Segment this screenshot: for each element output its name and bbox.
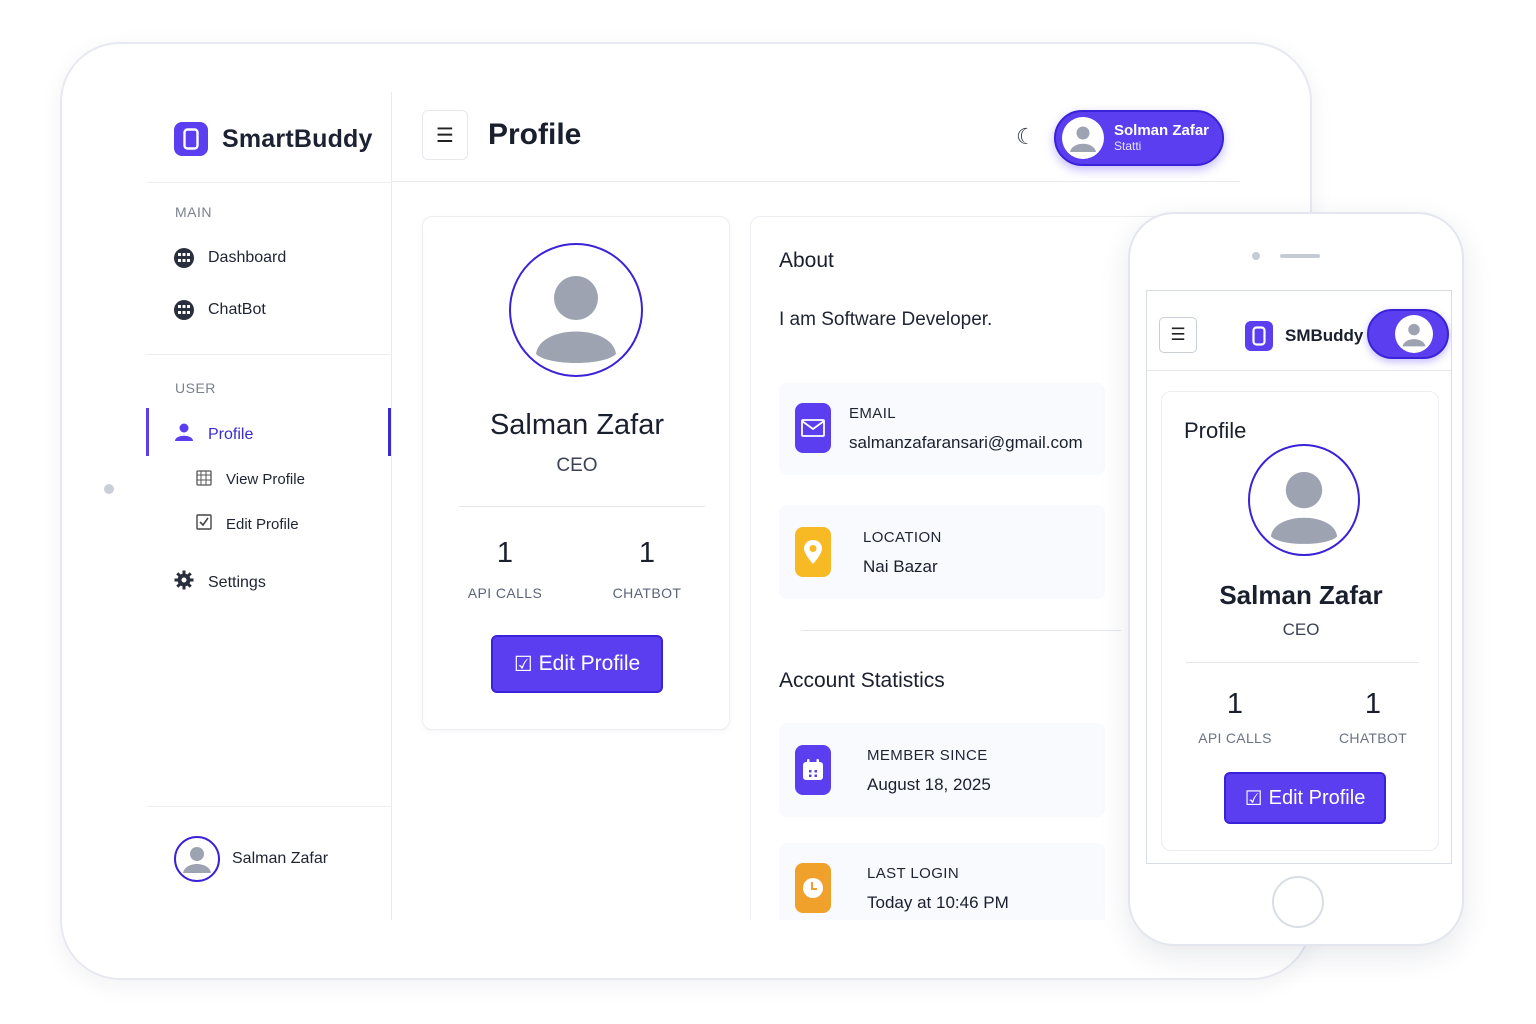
calendar-icon bbox=[795, 745, 831, 795]
sidebar-item-label: Settings bbox=[208, 573, 266, 591]
mobile-card-title: Profile bbox=[1184, 418, 1247, 443]
brand[interactable]: SmartBuddy bbox=[174, 122, 373, 156]
sidebar-item-chatbot[interactable]: ChatBot bbox=[174, 300, 266, 320]
mobile-screen: ☰ SMBuddy Profile Salman Zafar CEO 1 API… bbox=[1146, 290, 1452, 864]
chatbot-icon bbox=[174, 300, 194, 320]
location-value: Nai Bazar bbox=[863, 557, 938, 576]
stat-chatbot-label: CHATBOT bbox=[612, 585, 682, 601]
calendar-grid-icon bbox=[196, 469, 212, 490]
edit-profile-label: Edit Profile bbox=[538, 652, 641, 675]
last-login-box: LAST LOGIN Today at 10:46 PM bbox=[779, 843, 1105, 920]
tablet-camera bbox=[104, 484, 114, 494]
email-value[interactable]: salmanzafaransari@gmail.com bbox=[849, 433, 1083, 453]
mobile-brand-name: SMBuddy bbox=[1285, 326, 1364, 345]
section-title-user: USER bbox=[175, 380, 216, 396]
phone-logo-icon bbox=[174, 122, 208, 156]
about-title: About bbox=[779, 249, 834, 272]
member-since-label: MEMBER SINCE bbox=[867, 747, 988, 764]
avatar bbox=[1062, 117, 1104, 159]
sidebar-subitem-edit-profile[interactable]: Edit Profile bbox=[196, 514, 299, 534]
mobile-menu-button[interactable]: ☰ bbox=[1159, 317, 1197, 353]
sidebar-divider bbox=[146, 182, 392, 183]
sidebar-item-label: View Profile bbox=[226, 471, 305, 488]
mobile-profile-role: CEO bbox=[1282, 620, 1320, 639]
edit-icon: ☑ bbox=[513, 652, 533, 676]
edit-icon: ☑ bbox=[1244, 787, 1263, 810]
account-stats-title: Account Statistics bbox=[779, 669, 945, 692]
edit-profile-button[interactable]: ☑ Edit Profile bbox=[491, 635, 663, 693]
menu-button[interactable]: ☰ bbox=[422, 110, 468, 160]
last-login-label: LAST LOGIN bbox=[867, 865, 960, 882]
user-menu-button[interactable]: Solman Zafar Statti bbox=[1054, 110, 1224, 166]
email-label: EMAIL bbox=[849, 405, 897, 422]
user-status: Statti bbox=[1114, 139, 1142, 153]
phone-camera bbox=[1252, 252, 1260, 260]
last-login-value: Today at 10:46 PM bbox=[867, 893, 1009, 912]
mail-icon bbox=[795, 403, 831, 453]
sidebar-divider bbox=[146, 354, 392, 355]
sidebar-item-dashboard[interactable]: Dashboard bbox=[174, 248, 286, 268]
clock-icon bbox=[795, 863, 831, 913]
profile-avatar bbox=[509, 243, 643, 377]
brand-name: SmartBuddy bbox=[222, 124, 373, 153]
location-pin-icon bbox=[795, 527, 831, 577]
mobile-edit-profile-button[interactable]: ☑ Edit Profile bbox=[1224, 772, 1386, 824]
mobile-topbar: ☰ SMBuddy bbox=[1147, 291, 1451, 371]
user-icon bbox=[174, 422, 194, 447]
sidebar: SmartBuddy MAIN Dashboard ChatBot USER P… bbox=[146, 92, 392, 920]
mobile-brand[interactable]: SMBuddy bbox=[1245, 321, 1363, 351]
mobile-stat-chatbot-value: 1 bbox=[1364, 688, 1382, 720]
mobile-stat-api-calls-value: 1 bbox=[1226, 688, 1244, 720]
desktop-screen: SmartBuddy MAIN Dashboard ChatBot USER P… bbox=[146, 92, 1240, 920]
phone-logo-icon bbox=[1245, 321, 1273, 351]
profile-name: Salman Zafar bbox=[489, 409, 665, 441]
stat-chatbot-value: 1 bbox=[638, 537, 656, 569]
sidebar-item-profile[interactable]: Profile bbox=[174, 422, 253, 447]
profile-card: Salman Zafar CEO 1 API CALLS 1 CHATBOT ☑… bbox=[422, 216, 730, 730]
gear-icon bbox=[174, 570, 194, 595]
sidebar-user[interactable]: Salman Zafar bbox=[174, 836, 328, 882]
user-name: Solman Zafar bbox=[1114, 122, 1210, 139]
mobile-stat-chatbot-label: CHATBOT bbox=[1339, 730, 1407, 746]
home-button[interactable] bbox=[1272, 876, 1324, 928]
divider bbox=[459, 506, 705, 507]
sidebar-user-name: Salman Zafar bbox=[232, 850, 329, 867]
member-since-box: MEMBER SINCE August 18, 2025 bbox=[779, 723, 1105, 817]
sidebar-divider bbox=[146, 806, 392, 807]
sidebar-item-label: ChatBot bbox=[208, 301, 266, 318]
mobile-profile-avatar bbox=[1248, 444, 1360, 556]
about-text: I am Software Developer. bbox=[779, 309, 993, 330]
stat-api-calls-label: API CALLS bbox=[467, 585, 543, 601]
mobile-profile-card: Profile Salman Zafar CEO 1 API CALLS 1 C… bbox=[1161, 391, 1439, 851]
checkbox-icon bbox=[196, 514, 212, 534]
sidebar-item-label: Dashboard bbox=[208, 249, 287, 266]
divider bbox=[801, 630, 1121, 631]
phone-speaker bbox=[1280, 254, 1320, 258]
avatar bbox=[174, 836, 220, 882]
profile-role: CEO bbox=[556, 455, 598, 476]
mobile-stat-api-calls-label: API CALLS bbox=[1198, 730, 1272, 746]
stat-api-calls-value: 1 bbox=[496, 537, 514, 569]
topbar: ☰ Profile ☾ Solman Zafar Statti bbox=[392, 92, 1240, 182]
avatar bbox=[1395, 315, 1433, 353]
mobile-profile-name: Salman Zafar bbox=[1219, 580, 1383, 610]
location-label: LOCATION bbox=[863, 529, 942, 546]
dashboard-icon bbox=[174, 248, 194, 268]
member-since-value: August 18, 2025 bbox=[867, 775, 991, 794]
sidebar-item-settings[interactable]: Settings bbox=[174, 570, 266, 595]
section-title-main: MAIN bbox=[175, 204, 212, 220]
location-box: LOCATION Nai Bazar bbox=[779, 505, 1105, 599]
sidebar-subitem-view-profile[interactable]: View Profile bbox=[196, 469, 305, 490]
edit-profile-label: Edit Profile bbox=[1268, 786, 1366, 809]
page-title: Profile bbox=[488, 118, 582, 151]
active-indicator-right bbox=[388, 408, 391, 456]
mobile-user-menu-button[interactable] bbox=[1367, 309, 1449, 359]
phone-frame: ☰ SMBuddy Profile Salman Zafar CEO 1 API… bbox=[1128, 212, 1464, 946]
sidebar-item-label: Edit Profile bbox=[226, 515, 299, 533]
active-indicator bbox=[146, 408, 149, 456]
moon-icon[interactable]: ☾ bbox=[1016, 124, 1036, 150]
divider bbox=[1186, 662, 1418, 663]
email-box: EMAIL salmanzafaransari@gmail.com bbox=[779, 383, 1105, 475]
sidebar-item-label: Profile bbox=[208, 425, 254, 443]
